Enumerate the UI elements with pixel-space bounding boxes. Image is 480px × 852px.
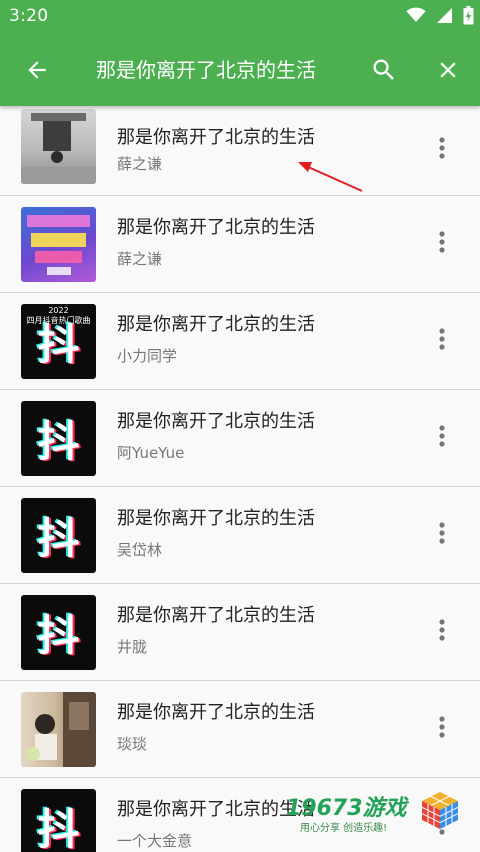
song-cover: 抖 [21,595,96,670]
search-icon [373,59,394,80]
more-options-button[interactable] [426,128,458,168]
cover-caption: 2022 四月抖音热门歌曲 [26,306,91,325]
cover-photo-icon [27,215,90,275]
song-list: 那是你离开了北京的生活 薛之谦 那是你离开了北京的生活 薛之谦 抖 2022 四… [0,106,480,852]
more-options-button[interactable] [426,319,458,359]
close-button[interactable] [424,46,472,94]
cover-photo-icon [26,692,96,767]
song-artist: 琰琰 [117,735,148,753]
song-row[interactable]: 抖 那是你离开了北京的生活 吴岱林 [0,487,480,584]
song-title: 那是你离开了北京的生活 [117,702,315,723]
search-button[interactable] [360,46,408,94]
song-cover [21,692,96,767]
douyin-logo-icon: 抖 [37,611,80,660]
more-vert-icon [439,619,445,641]
song-cover: 抖 [21,498,96,573]
song-title: 那是你离开了北京的生活 [117,605,315,626]
arrow-back-icon [28,61,46,79]
more-vert-icon [439,231,445,253]
toolbar: 那是你离开了北京的生活 [0,34,480,106]
song-cover: 抖 [21,401,96,476]
song-artist: 井胧 [117,638,148,656]
more-vert-icon [439,425,445,447]
status-bar: 3:20 [0,0,480,34]
song-title: 那是你离开了北京的生活 [117,217,315,238]
search-query-title[interactable]: 那是你离开了北京的生活 [96,56,316,84]
song-row[interactable]: 那是你离开了北京的生活 薛之谦 [0,106,480,196]
song-cover [21,207,96,282]
douyin-logo-icon: 抖 [37,514,80,563]
more-options-button[interactable] [426,416,458,456]
song-artist: 薛之谦 [117,250,163,268]
song-cover: 抖 2022 四月抖音热门歌曲 [21,304,96,379]
watermark-slogan: 用心分享 创造乐趣! [300,823,388,834]
song-cover [21,109,96,184]
watermark-brand: 19673游戏 [286,796,407,821]
app-bar: 3:20 那是你离开了北京的生活 [0,0,480,106]
song-row[interactable]: 抖 那是你离开了北京的生活 阿YueYue [0,390,480,487]
close-icon [440,62,456,78]
more-vert-icon [439,328,445,350]
more-options-button[interactable] [426,222,458,262]
song-title: 那是你离开了北京的生活 [117,314,315,335]
douyin-logo-icon: 抖 [37,417,80,466]
more-options-button[interactable] [426,513,458,553]
more-vert-icon [439,716,445,738]
douyin-logo-icon: 抖 [37,805,80,852]
cover-photo-icon [21,113,96,184]
more-options-button[interactable] [426,707,458,747]
wifi-icon [406,7,426,27]
song-row[interactable]: 抖 2022 四月抖音热门歌曲 那是你离开了北京的生活 小力同学 [0,293,480,390]
status-icons [406,5,474,29]
song-artist: 阿YueYue [117,444,185,462]
rubiks-cube-icon [421,792,459,829]
more-options-button[interactable] [426,610,458,650]
more-vert-icon [439,522,445,544]
back-button[interactable] [13,46,61,94]
song-title: 那是你离开了北京的生活 [117,508,315,529]
song-cover: 抖 [21,789,96,852]
song-title: 那是你离开了北京的生活 [117,127,315,148]
song-row[interactable]: 那是你离开了北京的生活 薛之谦 [0,196,480,293]
song-row[interactable]: 抖 那是你离开了北京的生活 井胧 [0,584,480,681]
song-title: 那是你离开了北京的生活 [117,411,315,432]
song-artist: 小力同学 [117,347,178,365]
song-row[interactable]: 那是你离开了北京的生活 琰琰 [0,681,480,778]
signal-icon [436,7,453,28]
status-time: 3:20 [9,6,49,26]
battery-icon [463,5,474,29]
screen: 3:20 那是你离开了北京的生活 那是你离开了北京的生活 薛之谦 那是你离开了北… [0,0,480,852]
song-artist: 薛之谦 [117,155,163,173]
song-artist: 吴岱林 [117,541,163,559]
watermark: 19673游戏 用心分享 创造乐趣! [286,788,480,838]
song-artist: 一个大金意 [117,832,193,850]
more-vert-icon [439,137,445,159]
